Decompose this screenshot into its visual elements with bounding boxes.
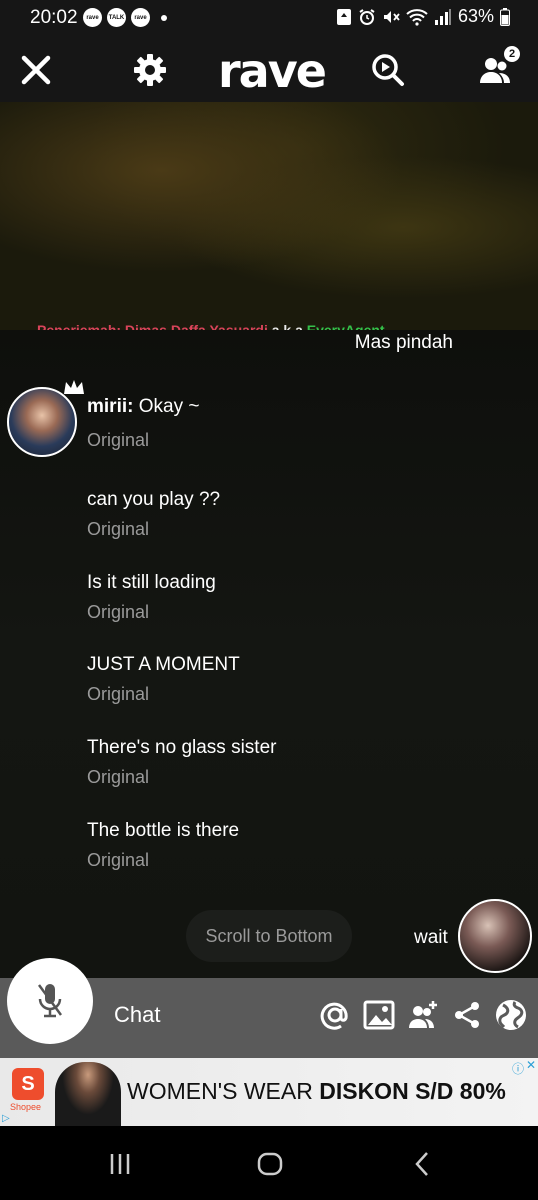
scroll-to-bottom-button[interactable]: Scroll to Bottom xyxy=(186,910,352,962)
share-icon xyxy=(455,1002,479,1028)
shopee-brand: Shopee xyxy=(10,1102,42,1112)
rave-notification-icon: rave xyxy=(83,8,102,27)
video-subtitle: Penerjemah: Dimas Daffa Yasuardi a.k.a E… xyxy=(37,321,385,330)
rave-logo: rave xyxy=(218,44,327,98)
ad-text: WOMEN'S WEAR DISKON S/D 80% xyxy=(127,1078,506,1105)
close-icon xyxy=(21,55,51,85)
close-button[interactable] xyxy=(16,50,56,90)
home-icon xyxy=(257,1152,283,1176)
ad-banner[interactable]: S Shopee WOMEN'S WEAR DISKON S/D 80% ⓘ ✕… xyxy=(0,1058,538,1126)
chat-message-top: Mas pindah xyxy=(354,332,453,353)
image-button[interactable] xyxy=(362,998,396,1032)
rave-notification-icon-2: rave xyxy=(131,8,150,27)
talk-notification-icon: TALK xyxy=(107,8,126,27)
message-text: There's no glass sister xyxy=(87,737,277,758)
mic-off-icon xyxy=(37,984,63,1018)
ad-model-image xyxy=(55,1062,121,1126)
chat-message: mirii: Okay ~ xyxy=(87,396,199,418)
message-text: can you play ?? xyxy=(87,489,221,510)
status-bar: 20:02 rave TALK rave 63% xyxy=(0,0,538,36)
input-actions xyxy=(318,998,528,1032)
original-link[interactable]: Original xyxy=(87,850,149,871)
chat-area[interactable]: Mas pindah mirii: Okay ~ Original can yo… xyxy=(0,330,538,978)
avatar-mirii[interactable] xyxy=(7,387,77,457)
original-link[interactable]: Original xyxy=(87,767,149,788)
gear-icon xyxy=(134,54,166,86)
mention-button[interactable] xyxy=(318,998,352,1032)
chat-input-bar: Chat xyxy=(0,958,538,1058)
search-play-icon xyxy=(372,54,404,86)
translate-button[interactable] xyxy=(494,998,528,1032)
battery-percent: 63% xyxy=(457,6,494,26)
crown-icon xyxy=(64,380,84,394)
back-button[interactable] xyxy=(402,1148,442,1180)
ad-text-bold: DISKON S/D 80% xyxy=(319,1078,506,1104)
subtitle-alias: EveryAgent xyxy=(306,322,385,330)
system-icons: 63% xyxy=(336,6,510,27)
battery-icon xyxy=(500,7,510,26)
home-button[interactable] xyxy=(250,1148,290,1180)
back-icon xyxy=(415,1152,428,1176)
image-icon xyxy=(363,1000,395,1030)
top-toolbar: rave 2 xyxy=(0,36,538,102)
search-video-button[interactable] xyxy=(368,50,408,90)
settings-button[interactable] xyxy=(130,50,170,90)
video-player[interactable]: Penerjemah: Dimas Daffa Yasuardi a.k.a E… xyxy=(0,102,538,330)
status-time: 20:02 xyxy=(30,7,78,28)
chat-message-wait: wait xyxy=(414,927,448,948)
message-text: JUST A MOMENT xyxy=(87,654,240,675)
avatar-other-user[interactable] xyxy=(458,899,532,973)
notification-icons: rave TALK rave xyxy=(83,8,167,27)
share-button[interactable] xyxy=(450,998,484,1032)
shopee-logo: S xyxy=(12,1068,44,1100)
invite-button[interactable] xyxy=(406,998,440,1032)
original-link[interactable]: Original xyxy=(87,602,149,623)
mic-button[interactable] xyxy=(7,958,93,1044)
more-notifications-dot xyxy=(161,14,167,21)
ad-text-regular: WOMEN'S WEAR xyxy=(127,1078,320,1104)
ad-close-icon[interactable]: ✕ xyxy=(526,1058,536,1072)
ad-info-icon[interactable]: ⓘ xyxy=(512,1060,524,1077)
subtitle-translator: Penerjemah: Dimas Daffa Yasuardi xyxy=(37,322,268,330)
system-nav-bar xyxy=(0,1126,538,1200)
message-text: Is it still loading xyxy=(87,572,216,593)
recycle-icon xyxy=(336,8,351,25)
original-link[interactable]: Original xyxy=(87,430,149,451)
alarm-icon xyxy=(359,8,375,25)
original-link[interactable]: Original xyxy=(87,684,149,705)
message-text: The bottle is there xyxy=(87,820,240,841)
sender-name: mirii: xyxy=(87,396,134,417)
signal-icon xyxy=(434,8,451,25)
recents-icon xyxy=(110,1154,130,1174)
chat-input[interactable]: Chat xyxy=(114,1002,160,1028)
participants-button[interactable]: 2 xyxy=(476,46,520,90)
recents-button[interactable] xyxy=(100,1148,140,1180)
globe-icon xyxy=(496,1000,526,1030)
mute-icon xyxy=(383,10,400,23)
at-icon xyxy=(320,1002,348,1030)
message-text: Okay ~ xyxy=(138,396,200,417)
original-link[interactable]: Original xyxy=(87,519,149,540)
participants-count-badge: 2 xyxy=(504,46,520,62)
wifi-icon xyxy=(406,8,428,26)
subtitle-aka: a.k.a xyxy=(267,322,307,330)
ad-choices-icon[interactable]: ▷ xyxy=(2,1113,10,1124)
add-users-icon xyxy=(409,1001,437,1028)
